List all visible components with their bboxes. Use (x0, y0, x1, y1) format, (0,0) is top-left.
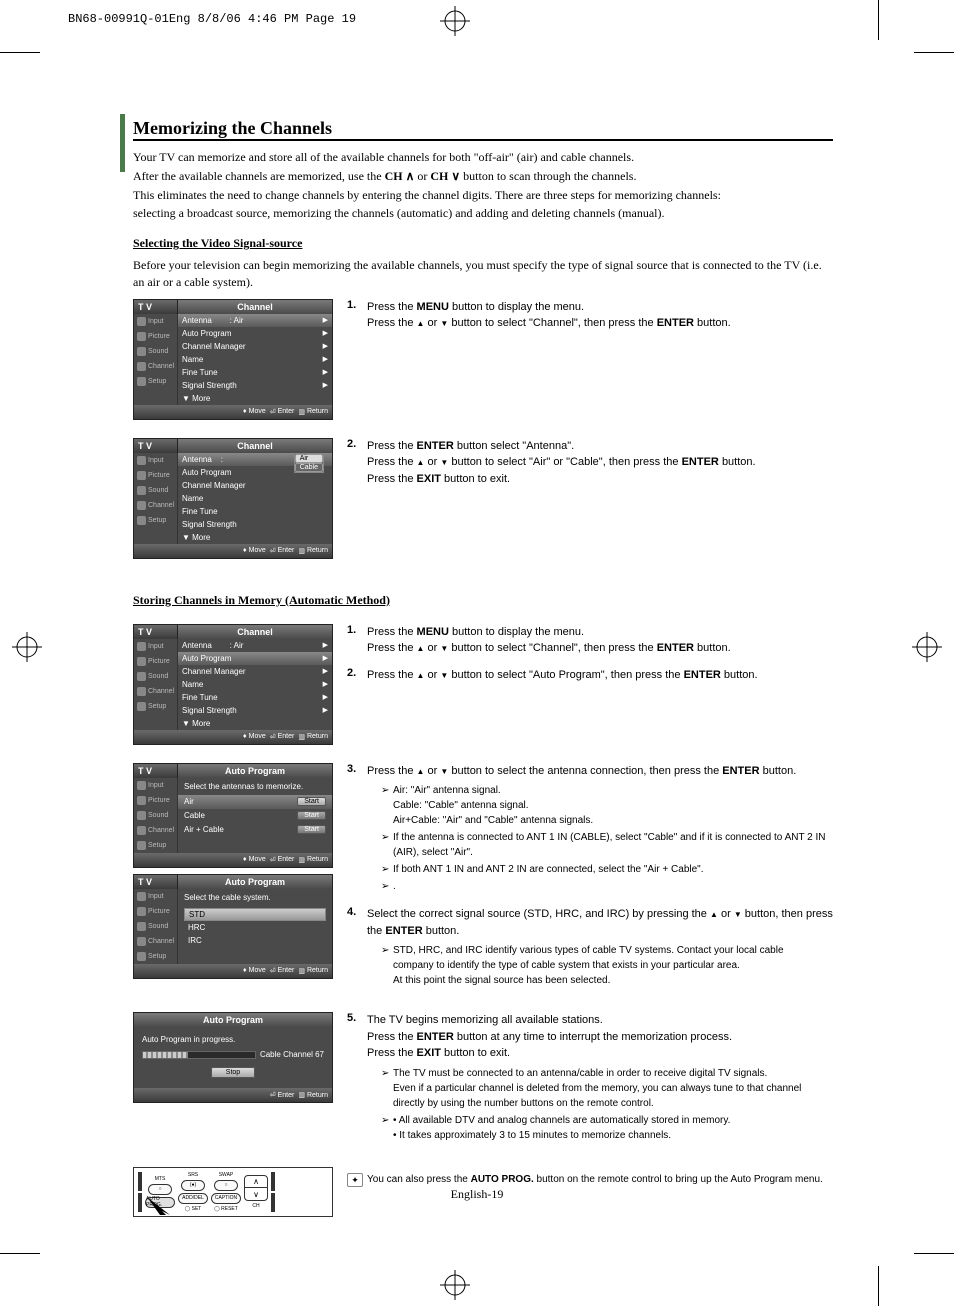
page-title: Memorizing the Channels (133, 118, 833, 139)
step-number: 3. (347, 763, 367, 897)
intro-text: Your TV can memorize and store all of th… (133, 149, 833, 222)
crop-mark-left (12, 632, 42, 662)
crop-mark-bottom (440, 1270, 470, 1300)
tv-screenshot-3: T VChannel Input Picture Sound Channel S… (133, 624, 333, 745)
step-number: 1. (347, 624, 367, 657)
step-number: 1. (347, 299, 367, 332)
step-number: 2. (347, 438, 367, 488)
trim-mark (878, 1266, 879, 1306)
step-body: Press the MENU button to display the men… (367, 624, 833, 657)
title-accent-bar (120, 114, 125, 172)
remote-tip: ✦ You can also press the AUTO PROG. butt… (347, 1173, 833, 1187)
crop-mark-top (440, 6, 470, 36)
tv-screenshot-6: Auto Program Auto Program in progress. C… (133, 1012, 333, 1103)
remote-tip-icon: ✦ (347, 1173, 363, 1187)
section1-title: Selecting the Video Signal-source (133, 236, 833, 251)
title-rule (133, 139, 833, 141)
section2-title: Storing Channels in Memory (Automatic Me… (133, 593, 833, 608)
step-number: 4. (347, 906, 367, 990)
tv-screenshot-4: T VAuto Program Input Picture Sound Chan… (133, 763, 333, 868)
trim-mark (0, 1253, 40, 1254)
step-body: Press the or button to select the antenn… (367, 763, 833, 897)
step-number: 5. (347, 1012, 367, 1145)
step-body: Select the correct signal source (STD, H… (367, 906, 833, 990)
trim-mark (0, 52, 40, 53)
trim-mark (914, 1253, 954, 1254)
tv-screenshot-2: T VChannel Input Picture Sound Channel S… (133, 438, 333, 559)
crop-mark-right (912, 632, 942, 662)
step-body: Press the MENU button to display the men… (367, 299, 833, 332)
trim-mark (914, 52, 954, 53)
trim-mark (878, 0, 879, 40)
tv-screenshot-5: T VAuto Program Input Picture Sound Chan… (133, 874, 333, 979)
step-body: The TV begins memorizing all available s… (367, 1012, 833, 1145)
print-header: BN68-00991Q-01Eng 8/8/06 4:46 PM Page 19 (68, 12, 356, 26)
step-body: Press the or button to select "Auto Prog… (367, 667, 833, 684)
section1-intro: Before your television can begin memoriz… (133, 257, 833, 291)
tv-screenshot-1: T VChannel Input Picture Sound Channel S… (133, 299, 333, 420)
page-footer: English-19 (0, 1187, 954, 1202)
step-number: 2. (347, 667, 367, 684)
step-body: Press the ENTER button select "Antenna".… (367, 438, 833, 488)
